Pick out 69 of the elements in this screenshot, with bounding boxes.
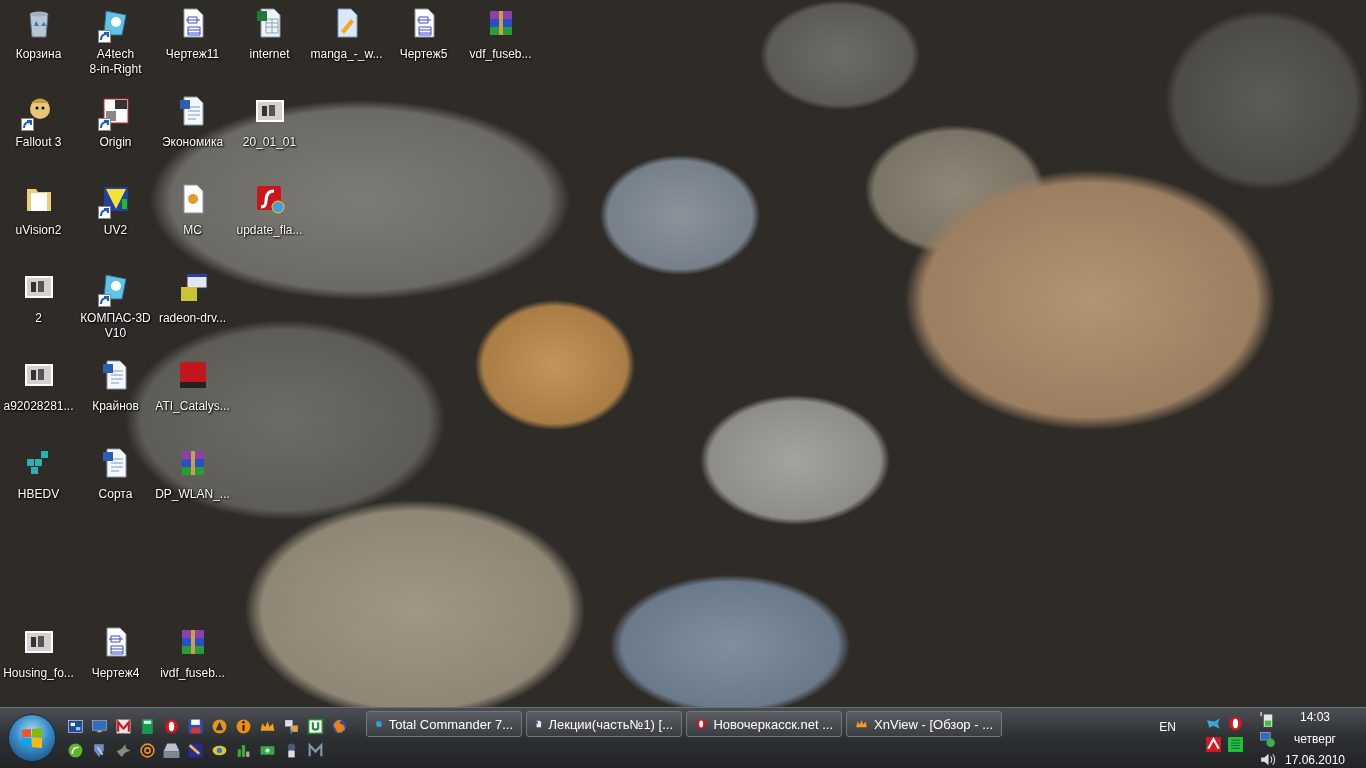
desktop-shortcut[interactable]: Fallout 3 xyxy=(0,88,77,172)
computer-network-icon xyxy=(282,717,300,735)
desktop-shortcut[interactable]: Крайнов xyxy=(77,352,154,436)
opera-logo-icon xyxy=(695,716,708,732)
quick-launch-button[interactable] xyxy=(306,717,324,735)
quick-launch-button[interactable] xyxy=(162,717,180,735)
desktop-shortcut[interactable]: ivdf_fuseb... xyxy=(154,619,231,703)
umbrella-icon xyxy=(1204,735,1222,753)
opera-logo-icon xyxy=(162,717,180,735)
start-button[interactable] xyxy=(8,714,56,762)
desktop-shortcut[interactable]: radeon-drv... xyxy=(154,264,231,348)
desktop-shortcut[interactable]: UV2 xyxy=(77,176,154,260)
quick-launch-button[interactable] xyxy=(66,741,84,759)
desktop-shortcut[interactable]: DP_WLAN_... xyxy=(154,440,231,524)
opera-logo-icon xyxy=(1226,714,1244,732)
leaf-icon xyxy=(66,741,84,759)
desktop-shortcut[interactable]: Origin xyxy=(77,88,154,172)
tray-button[interactable] xyxy=(1258,711,1276,729)
taskbar-window-button[interactable]: Новочеркасск.net ... xyxy=(686,711,842,737)
quick-launch-button[interactable] xyxy=(282,717,300,735)
quick-launch-button[interactable] xyxy=(114,717,132,735)
desktop-shortcut[interactable]: Housing_fo... xyxy=(0,619,77,703)
desktop-shortcut[interactable]: a92028281... xyxy=(0,352,77,436)
desktop-shortcut[interactable]: Чертеж11 xyxy=(154,0,231,84)
taskbar-window-button[interactable]: XnView - [Обзор - ... xyxy=(846,711,1002,737)
at-sign-icon xyxy=(138,741,156,759)
desktop-shortcut[interactable]: 2 xyxy=(0,264,77,348)
comet-icon xyxy=(186,741,204,759)
taskbar-window-button[interactable]: Лекции(часть№1) [... xyxy=(526,711,682,737)
desktop-shortcut[interactable]: update_fla... xyxy=(231,176,308,260)
fox-globe-icon xyxy=(330,717,348,735)
desktop-shortcut[interactable]: HBEDV xyxy=(0,440,77,524)
quick-launch-button[interactable] xyxy=(66,717,84,735)
desktop-shortcut[interactable]: КОМПАС-3D V10 xyxy=(77,264,154,348)
desktop-shortcut[interactable]: 20_01_01 xyxy=(231,88,308,172)
desktop-shortcut[interactable]: Корзина xyxy=(0,0,77,84)
tray-button[interactable] xyxy=(1226,714,1244,732)
desktop-shortcut[interactable]: vdf_fuseb... xyxy=(462,0,539,84)
desktop-shortcut[interactable]: manga_-_w... xyxy=(308,0,385,84)
battery-plug-icon xyxy=(1258,711,1276,729)
tray-button[interactable] xyxy=(1226,735,1244,753)
quick-launch-button[interactable] xyxy=(138,741,156,759)
letter-m-icon xyxy=(306,741,324,759)
quick-launch-button[interactable] xyxy=(186,717,204,735)
clock[interactable]: 14:03 четверг 17.06.2010 xyxy=(1276,708,1354,768)
windows-logo-icon xyxy=(20,726,44,750)
tray-button[interactable] xyxy=(1204,735,1222,753)
desktop-shortcut[interactable]: Чертеж5 xyxy=(385,0,462,84)
monitor-icon xyxy=(90,717,108,735)
desktop-shortcut[interactable]: Сорта xyxy=(77,440,154,524)
info-icon xyxy=(234,717,252,735)
metro-logo-icon xyxy=(114,717,132,735)
desktop-shortcut[interactable]: uVision2 xyxy=(0,176,77,260)
quick-launch-button[interactable] xyxy=(186,741,204,759)
desktop-shortcut[interactable]: ATI_Catalys... xyxy=(154,352,231,436)
quick-launch-button[interactable] xyxy=(162,741,180,759)
router-icon xyxy=(162,741,180,759)
desktop-shortcut[interactable]: internet xyxy=(231,0,308,84)
taskbar-window-button[interactable]: Total Commander 7... xyxy=(366,711,522,737)
desktop-shortcut[interactable]: MC xyxy=(154,176,231,260)
windows-icon xyxy=(66,717,84,735)
cone-icon xyxy=(210,717,228,735)
desktop-shortcut[interactable]: Экономика xyxy=(154,88,231,172)
network-icon xyxy=(1258,731,1276,748)
desktop-shortcut[interactable]: A4tech 8-in-Right xyxy=(77,0,154,84)
desktop-shortcut[interactable]: Чертеж4 xyxy=(77,619,154,703)
torrent-logo-icon xyxy=(306,717,324,735)
level-meter-icon xyxy=(1226,735,1244,753)
language-indicator[interactable]: EN xyxy=(1159,720,1176,768)
